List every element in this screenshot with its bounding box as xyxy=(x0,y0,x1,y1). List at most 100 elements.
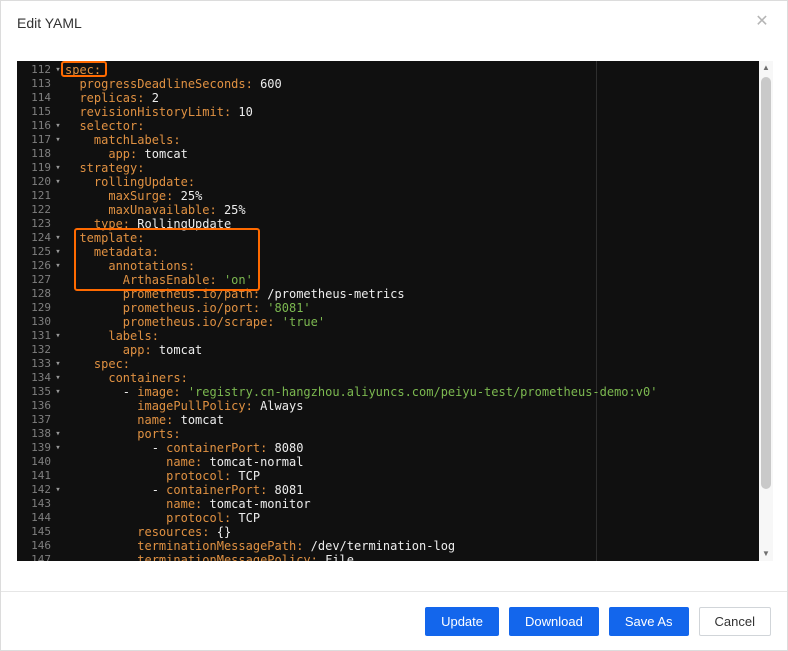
scrollbar-thumb[interactable] xyxy=(761,77,771,489)
code-text: progressDeadlineSeconds: 600 xyxy=(79,77,282,91)
code-text: imagePullPolicy: Always xyxy=(137,399,304,413)
code-text: prometheus.io/path: /prometheus-metrics xyxy=(122,287,405,301)
cancel-button[interactable]: Cancel xyxy=(698,606,771,636)
line-number: 133 xyxy=(31,357,51,370)
fold-toggle-icon[interactable]: ▾ xyxy=(51,385,65,399)
fold-toggle-icon[interactable]: ▾ xyxy=(51,483,65,497)
fold-toggle-icon[interactable]: ▾ xyxy=(51,175,65,189)
line-number: 114 xyxy=(31,91,51,104)
fold-toggle-icon[interactable]: ▾ xyxy=(51,119,65,133)
code-line: 129 prometheus.io/port: '8081' xyxy=(17,301,773,315)
modal-header: Edit YAML xyxy=(1,1,787,45)
line-number: 138 xyxy=(31,427,51,440)
download-button[interactable]: Download xyxy=(509,606,599,636)
code-text: resources: {} xyxy=(137,525,232,539)
line-number: 113 xyxy=(31,77,51,90)
code-text: containers: xyxy=(108,371,188,385)
fold-toggle-icon[interactable]: ▾ xyxy=(51,427,65,441)
code-line: 147 terminationMessagePolicy: File xyxy=(17,553,773,561)
line-number: 117 xyxy=(31,133,51,146)
yaml-editor[interactable]: 112 ▾ spec: 113 progressDeadlineSeconds: 60… xyxy=(17,61,773,561)
fold-toggle-icon[interactable]: ▾ xyxy=(51,161,65,175)
edit-yaml-modal: { "modal": { "title": "Edit YAML", "clos… xyxy=(0,0,788,651)
fold-toggle-icon[interactable]: ▾ xyxy=(51,441,65,455)
code-text: name: tomcat-monitor xyxy=(166,497,311,511)
line-number: 129 xyxy=(31,301,51,314)
code-text: replicas: 2 xyxy=(79,91,159,105)
close-icon[interactable]: ✕ xyxy=(751,11,773,33)
line-number: 145 xyxy=(31,525,51,538)
fold-toggle-icon[interactable]: ▾ xyxy=(51,259,65,273)
fold-toggle-icon[interactable]: ▾ xyxy=(51,357,65,371)
code-text: - containerPort: 8081 xyxy=(151,483,304,497)
code-line: 126 ▾ annotations: xyxy=(17,259,773,273)
code-text: - containerPort: 8080 xyxy=(151,441,304,455)
code-text: selector: xyxy=(79,119,145,133)
code-text: ArthasEnable: 'on' xyxy=(122,273,253,287)
code-line: 122 maxUnavailable: 25% xyxy=(17,203,773,217)
code-text: rollingUpdate: xyxy=(93,175,196,189)
fold-toggle-icon[interactable]: ▾ xyxy=(51,231,65,245)
code-line: 113 progressDeadlineSeconds: 600 xyxy=(17,77,773,91)
scroll-down-icon[interactable]: ▼ xyxy=(759,547,773,561)
modal-title: Edit YAML xyxy=(17,15,82,31)
code-line: 142 ▾ - containerPort: 8081 xyxy=(17,483,773,497)
line-number: 122 xyxy=(31,203,51,216)
line-number: 146 xyxy=(31,539,51,552)
code-text: prometheus.io/port: '8081' xyxy=(122,301,311,315)
scroll-up-icon[interactable]: ▲ xyxy=(759,61,773,75)
fold-toggle-icon[interactable]: ▾ xyxy=(51,371,65,385)
code-line: 146 terminationMessagePath: /dev/termina… xyxy=(17,539,773,553)
code-line: 112 ▾ spec: xyxy=(17,63,773,77)
code-line: 123 type: RollingUpdate xyxy=(17,217,773,231)
yaml-editor-content[interactable]: 112 ▾ spec: 113 progressDeadlineSeconds: 60… xyxy=(17,61,773,561)
line-number: 127 xyxy=(31,273,51,286)
line-number: 118 xyxy=(31,147,51,160)
editor-scrollbar[interactable]: ▲ ▼ xyxy=(759,61,773,561)
code-text: annotations: xyxy=(108,259,196,273)
code-line: 118 app: tomcat xyxy=(17,147,773,161)
code-text: - image: 'registry.cn-hangzhou.aliyuncs.… xyxy=(122,385,658,399)
save-as-button[interactable]: Save As xyxy=(608,606,689,636)
line-number: 139 xyxy=(31,441,51,454)
code-line: 125 ▾ metadata: xyxy=(17,245,773,259)
modal-footer: Update Download Save As Cancel xyxy=(1,591,787,650)
update-button[interactable]: Update xyxy=(425,606,499,636)
code-line: 144 protocol: TCP xyxy=(17,511,773,525)
code-text: ports: xyxy=(137,427,181,441)
code-line: 115 revisionHistoryLimit: 10 xyxy=(17,105,773,119)
fold-toggle-icon[interactable]: ▾ xyxy=(51,245,65,259)
code-line: 116 ▾ selector: xyxy=(17,119,773,133)
line-number: 141 xyxy=(31,469,51,482)
fold-toggle-icon[interactable]: ▾ xyxy=(51,63,65,77)
fold-toggle-icon[interactable]: ▾ xyxy=(51,133,65,147)
line-number: 116 xyxy=(31,119,51,132)
code-text: maxUnavailable: 25% xyxy=(108,203,246,217)
line-number: 115 xyxy=(31,105,51,118)
code-line: 140 name: tomcat-normal xyxy=(17,455,773,469)
code-line: 145 resources: {} xyxy=(17,525,773,539)
line-number: 120 xyxy=(31,175,51,188)
line-number: 147 xyxy=(31,553,51,561)
code-text: matchLabels: xyxy=(93,133,181,147)
fold-toggle-icon[interactable]: ▾ xyxy=(51,329,65,343)
code-line: 119 ▾ strategy: xyxy=(17,161,773,175)
code-line: 121 maxSurge: 25% xyxy=(17,189,773,203)
code-line: 141 protocol: TCP xyxy=(17,469,773,483)
